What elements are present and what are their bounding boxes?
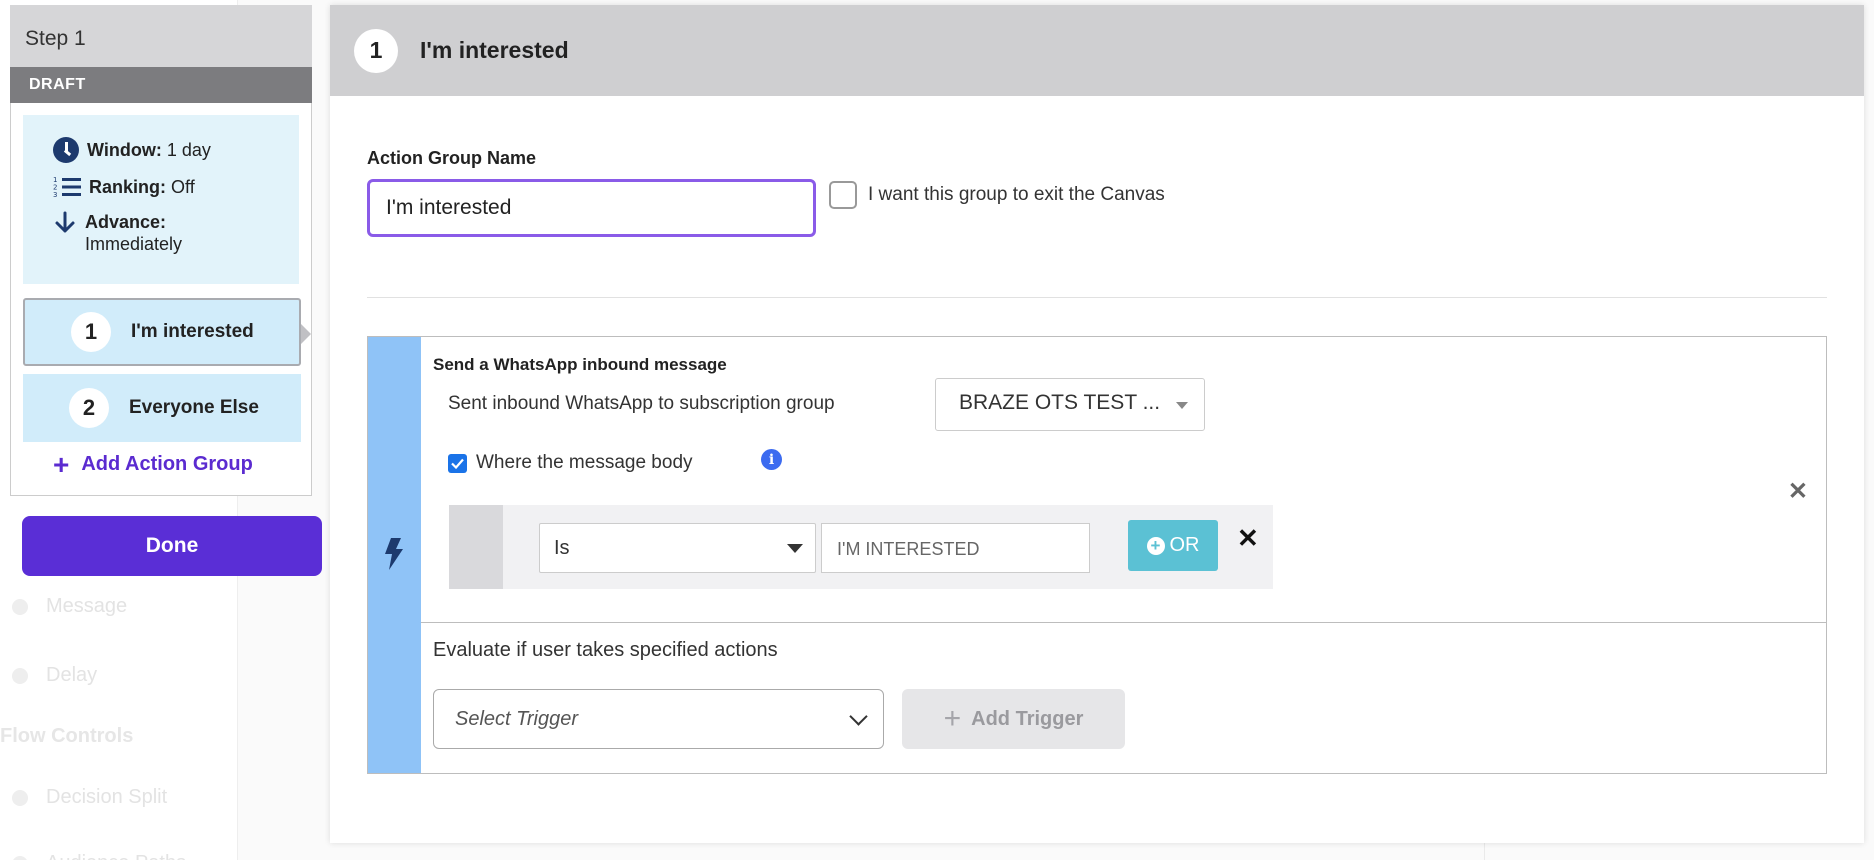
close-icon[interactable]: ✕: [1788, 477, 1808, 506]
action-group-2[interactable]: 2 Everyone Else: [23, 374, 301, 442]
split-icon: [12, 789, 28, 806]
bg-message-label: Message: [46, 595, 128, 617]
add-action-group-label: Add Action Group: [81, 453, 253, 475]
plus-icon: +: [943, 702, 962, 735]
subscription-group-value: BRAZE OTS TEST ...: [959, 391, 1161, 414]
bg-delay-item: Delay: [0, 664, 97, 687]
plus-circle-icon: +: [1146, 536, 1165, 555]
action-group-1[interactable]: 1 I'm interested: [23, 298, 311, 366]
advance-label: Advance:: [85, 212, 167, 232]
message-body-checkbox[interactable]: [448, 454, 467, 473]
add-action-group-button[interactable]: + Add Action Group: [53, 448, 253, 480]
action-card: Send a WhatsApp inbound message Sent inb…: [367, 336, 1827, 774]
send-icon: [12, 598, 28, 615]
add-trigger-label: Add Trigger: [971, 707, 1084, 730]
action-group-name-input[interactable]: [367, 179, 816, 237]
window-row: Window: 1 day: [53, 137, 299, 163]
exit-canvas-label: I want this group to exit the Canvas: [868, 184, 1165, 205]
ranked-list-icon: 1 2 3: [53, 176, 81, 198]
exit-canvas-checkbox[interactable]: [829, 181, 857, 209]
advance-row: Advance: Immediately: [53, 211, 299, 255]
action-group-number: 2: [69, 388, 109, 428]
clock-icon: [53, 137, 79, 163]
ranking-row: 1 2 3 Ranking: Off: [53, 176, 299, 198]
step-title: Step 1: [10, 5, 312, 67]
card-divider: [421, 622, 1826, 623]
bg-audience-paths-label: Audience Paths: [46, 852, 186, 860]
action-group-name-label: Action Group Name: [367, 148, 537, 168]
ranking-value: Off: [171, 177, 195, 197]
lightning-bolt-icon: [385, 538, 403, 570]
condition-value-input[interactable]: I'M INTERESTED: [821, 523, 1090, 573]
group-number: 1: [354, 28, 398, 73]
subscription-group-select[interactable]: BRAZE OTS TEST ...: [935, 378, 1205, 431]
subscription-group-label: Sent inbound WhatsApp to subscription gr…: [448, 393, 835, 414]
checkmark-icon: [451, 458, 464, 469]
trigger-strip: [368, 337, 421, 773]
operator-select[interactable]: Is: [539, 523, 816, 573]
action-group-editor: 1 I'm interested Action Group Name I wan…: [330, 5, 1864, 843]
advance-value: Immediately: [85, 234, 183, 254]
action-title: Send a WhatsApp inbound message: [433, 355, 727, 374]
chevron-down-icon: [849, 707, 868, 726]
ranking-label: Ranking:: [89, 177, 167, 197]
caret-right-icon: [301, 324, 311, 344]
svg-text:3: 3: [53, 191, 57, 198]
bg-audience-paths-item: Audience Paths: [0, 852, 186, 860]
select-trigger-dropdown[interactable]: Select Trigger: [433, 689, 884, 749]
status-badge: DRAFT: [10, 67, 312, 103]
step-settings-card[interactable]: Window: 1 day 1 2 3 Ranking: Off Advance…: [23, 115, 299, 284]
done-button[interactable]: Done: [22, 516, 322, 576]
condition-row: Is I'M INTERESTED + OR ✕: [449, 505, 1273, 589]
arrow-down-icon: [55, 211, 75, 233]
dropdown-arrow-icon: [787, 544, 803, 553]
editor-header: 1 I'm interested: [330, 5, 1864, 96]
bg-delay-label: Delay: [46, 664, 98, 686]
step-body: Window: 1 day 1 2 3 Ranking: Off Advance…: [10, 103, 312, 496]
divider: [367, 297, 1827, 298]
clock-icon: [12, 667, 28, 684]
dropdown-arrow-icon: [1176, 402, 1188, 409]
evaluate-label: Evaluate if user takes specified actions: [433, 639, 778, 661]
remove-condition-icon[interactable]: ✕: [1237, 523, 1259, 554]
action-group-label: Everyone Else: [129, 397, 259, 418]
or-label: OR: [1169, 534, 1200, 556]
window-label: Window:: [87, 140, 162, 160]
action-group-number: 1: [71, 312, 111, 352]
editor-title: I'm interested: [420, 37, 569, 63]
operator-value: Is: [554, 537, 570, 559]
bg-message-item: Message: [0, 595, 127, 618]
window-value: 1 day: [166, 140, 211, 160]
or-button[interactable]: + OR: [1128, 520, 1218, 571]
bg-section-title: Flow Controls: [0, 725, 134, 747]
paths-icon: [12, 855, 28, 860]
step-panel: Step 1 DRAFT Window: 1 day 1 2 3 Ranking…: [10, 5, 322, 576]
bg-decision-split-item: Decision Split: [0, 786, 167, 809]
add-trigger-button[interactable]: + Add Trigger: [902, 689, 1125, 749]
drag-handle[interactable]: [449, 505, 503, 589]
bg-decision-split-label: Decision Split: [46, 786, 168, 808]
action-group-label: I'm interested: [131, 321, 254, 342]
select-trigger-placeholder: Select Trigger: [455, 708, 579, 730]
plus-icon: +: [53, 448, 70, 480]
message-body-label: Where the message body: [476, 452, 693, 473]
info-icon[interactable]: i: [761, 449, 782, 470]
